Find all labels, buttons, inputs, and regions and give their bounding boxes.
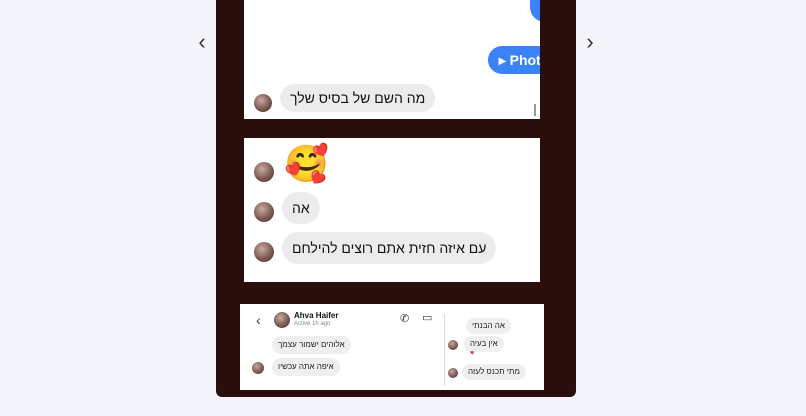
photo-message-button[interactable]: ▸ Photo: [488, 46, 540, 74]
avatar: [448, 368, 458, 378]
contact-avatar: [274, 312, 290, 328]
phone-icon[interactable]: ✆: [400, 312, 409, 325]
chevron-right-icon: ›: [586, 29, 594, 54]
smiling-hearts-emoji: 🥰: [284, 143, 329, 184]
avatar: [254, 162, 274, 182]
profile-letter-badge: P: [530, 0, 540, 22]
avatar: [252, 362, 264, 374]
story-frame: P ♥ ▸ Photo מה השם של בסיס שלך 🥰 אה עם א…: [216, 0, 576, 397]
chat-message: אה הבנתי: [466, 318, 511, 334]
chevron-left-icon: ‹: [198, 29, 206, 54]
next-slide-button[interactable]: ›: [580, 30, 600, 54]
scrollbar: [534, 104, 536, 116]
chat-screenshot-1: P ♥ ▸ Photo מה השם של בסיס שלך: [244, 0, 540, 119]
chat-message: אלוהים ישמור עצמך: [272, 336, 351, 354]
video-call-icon[interactable]: ▭: [422, 311, 432, 324]
previous-slide-button[interactable]: ‹: [192, 30, 212, 54]
avatar: [254, 94, 272, 112]
contact-name: Ahva Haifer: [294, 311, 339, 320]
chat-message: אה: [282, 192, 320, 224]
contact-status: Active 1h ago: [294, 321, 331, 327]
divider: [444, 314, 445, 386]
chat-message: מה השם של בסיס שלך: [280, 84, 436, 112]
avatar: [448, 340, 458, 350]
chat-message: עם איזה חזית אתם רוצים להילחם: [282, 232, 497, 264]
back-arrow-icon[interactable]: ‹: [256, 312, 261, 328]
chat-screenshot-2: 🥰 אה עם איזה חזית אתם רוצים להילחם: [244, 138, 540, 282]
chat-screenshot-3: ‹ Ahva Haifer Active 1h ago ✆ ▭ אלוהים י…: [240, 304, 544, 390]
heart-reaction-icon: ♥: [470, 350, 475, 357]
avatar: [254, 242, 274, 262]
chat-message: מתי תכנס לעזה: [462, 364, 526, 380]
avatar: [254, 202, 274, 222]
chat-message: איפה אתה עכשיו: [272, 358, 340, 376]
